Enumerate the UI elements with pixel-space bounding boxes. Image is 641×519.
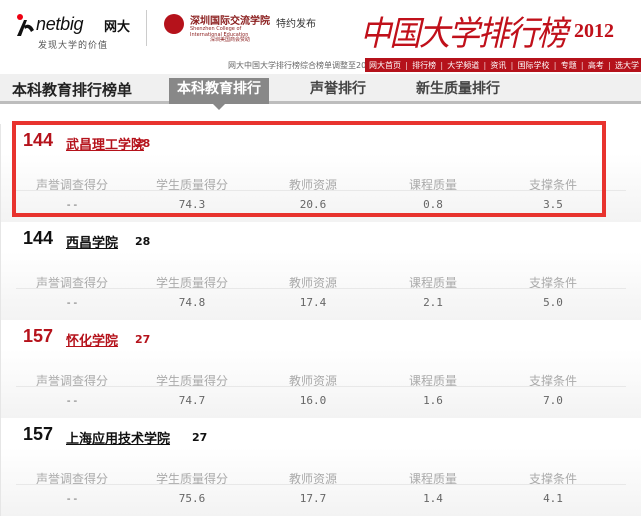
- university-card: 157 上海应用技术学院 27 声誉调查得分 学生质量得分 教师资源 课程质量 …: [0, 418, 641, 516]
- metric-value-course-quality: 1.6: [423, 394, 443, 407]
- total-score: 28: [135, 235, 151, 248]
- metric-value-course-quality: 0.8: [423, 198, 443, 211]
- metric-value-faculty: 20.6: [299, 198, 327, 211]
- metric-value-reputation: --: [65, 296, 79, 309]
- nav-item-university-channel[interactable]: 大学频道: [447, 60, 479, 71]
- top-nav: 网大首页 | 排行榜 | 大学频道 | 资讯 | 国际学校 | 专题 | 高考 | 选大学: [365, 58, 641, 72]
- total-score: 28: [135, 137, 151, 150]
- partner-tag: 特约发布: [276, 19, 316, 30]
- metric-value-faculty: 17.4: [299, 296, 327, 309]
- tabbar-title: 本科教育排行榜单: [12, 81, 133, 99]
- nav-item-rankings[interactable]: 排行榜: [412, 60, 436, 71]
- nav-item-home[interactable]: 网大首页: [369, 60, 401, 71]
- brand-slogan: 发现大学的价值: [38, 41, 109, 51]
- header-divider: [146, 10, 147, 46]
- metric-value-reputation: --: [65, 198, 79, 211]
- ranking-year: 2012: [574, 20, 614, 42]
- netbig-logo[interactable]: netbig 网大 发现大学的价值: [14, 10, 134, 51]
- metric-value-student-quality: 74.7: [178, 394, 206, 407]
- brand-cn: 网大: [104, 20, 131, 35]
- nav-item-news[interactable]: 资讯: [490, 60, 506, 71]
- metric-value-course-quality: 1.4: [423, 492, 443, 505]
- university-link[interactable]: 怀化学院: [66, 330, 118, 349]
- metric-value-support: 3.5: [543, 198, 563, 211]
- nav-sep: |: [510, 60, 514, 70]
- metric-value-course-quality: 2.1: [423, 296, 443, 309]
- university-link[interactable]: 上海应用技术学院: [66, 428, 170, 447]
- tab-freshman-quality[interactable]: 新生质量排行: [416, 78, 500, 104]
- nav-sep: |: [483, 60, 487, 70]
- rank-number: 157: [23, 424, 54, 444]
- university-link[interactable]: 西昌学院: [66, 232, 118, 251]
- nav-item-choose-university[interactable]: 选大学: [615, 60, 639, 71]
- university-link[interactable]: 武昌理工学院: [66, 134, 144, 153]
- nav-item-gaokao[interactable]: 高考: [588, 60, 604, 71]
- rank-number: 144: [23, 130, 54, 150]
- partner-subtitle: 深圳美国商会赞助: [210, 37, 251, 43]
- total-score: 27: [192, 431, 208, 444]
- university-card: 157 怀化学院 27 声誉调查得分 学生质量得分 教师资源 课程质量 支撑条件…: [0, 320, 641, 418]
- metric-value-support: 5.0: [543, 296, 563, 309]
- metric-value-faculty: 17.7: [299, 492, 327, 505]
- metric-value-student-quality: 74.3: [178, 198, 206, 211]
- university-card: 144 西昌学院 28 声誉调查得分 学生质量得分 教师资源 课程质量 支撑条件…: [0, 222, 641, 320]
- ranking-tabbar: 本科教育排行榜单 本科教育排行 声誉排行 新生质量排行: [0, 74, 641, 110]
- metric-value-student-quality: 74.8: [178, 296, 206, 309]
- metric-value-support: 7.0: [543, 394, 563, 407]
- site-header: netbig 网大 发现大学的价值 深圳国际交流学院 Shenzhen Coll…: [0, 0, 641, 56]
- rank-number: 144: [23, 228, 54, 248]
- nav-sep: |: [580, 60, 584, 70]
- netbig-logo-icon: [17, 14, 34, 36]
- university-card: 144 武昌理工学院 28 声誉调查得分 学生质量得分 教师资源 课程质量 支撑…: [0, 124, 641, 222]
- ranking-title: 中国大学排行榜: [360, 14, 568, 54]
- total-score: 27: [135, 333, 151, 346]
- nav-sep: |: [405, 60, 408, 70]
- partner-seal-icon: [164, 14, 184, 34]
- row-divider: [16, 190, 626, 191]
- nav-sep: |: [440, 60, 444, 70]
- metric-value-support: 4.1: [543, 492, 563, 505]
- nav-sep: |: [608, 60, 611, 70]
- nav-item-international-schools[interactable]: 国际学校: [518, 60, 550, 71]
- row-divider: [16, 386, 626, 387]
- tab-reputation[interactable]: 声誉排行: [310, 78, 366, 104]
- tab-undergraduate[interactable]: 本科教育排行: [169, 78, 269, 110]
- metric-value-reputation: --: [65, 394, 79, 407]
- rank-number: 157: [23, 326, 54, 346]
- metric-value-faculty: 16.0: [299, 394, 327, 407]
- row-divider: [16, 484, 626, 485]
- row-divider: [16, 288, 626, 289]
- metric-value-student-quality: 75.6: [178, 492, 206, 505]
- brand-name: netbig: [36, 14, 84, 34]
- nav-sep: |: [553, 60, 557, 70]
- partner-name: 深圳国际交流学院: [190, 16, 270, 27]
- metric-value-reputation: --: [65, 492, 79, 505]
- nav-item-topics[interactable]: 专题: [561, 60, 577, 71]
